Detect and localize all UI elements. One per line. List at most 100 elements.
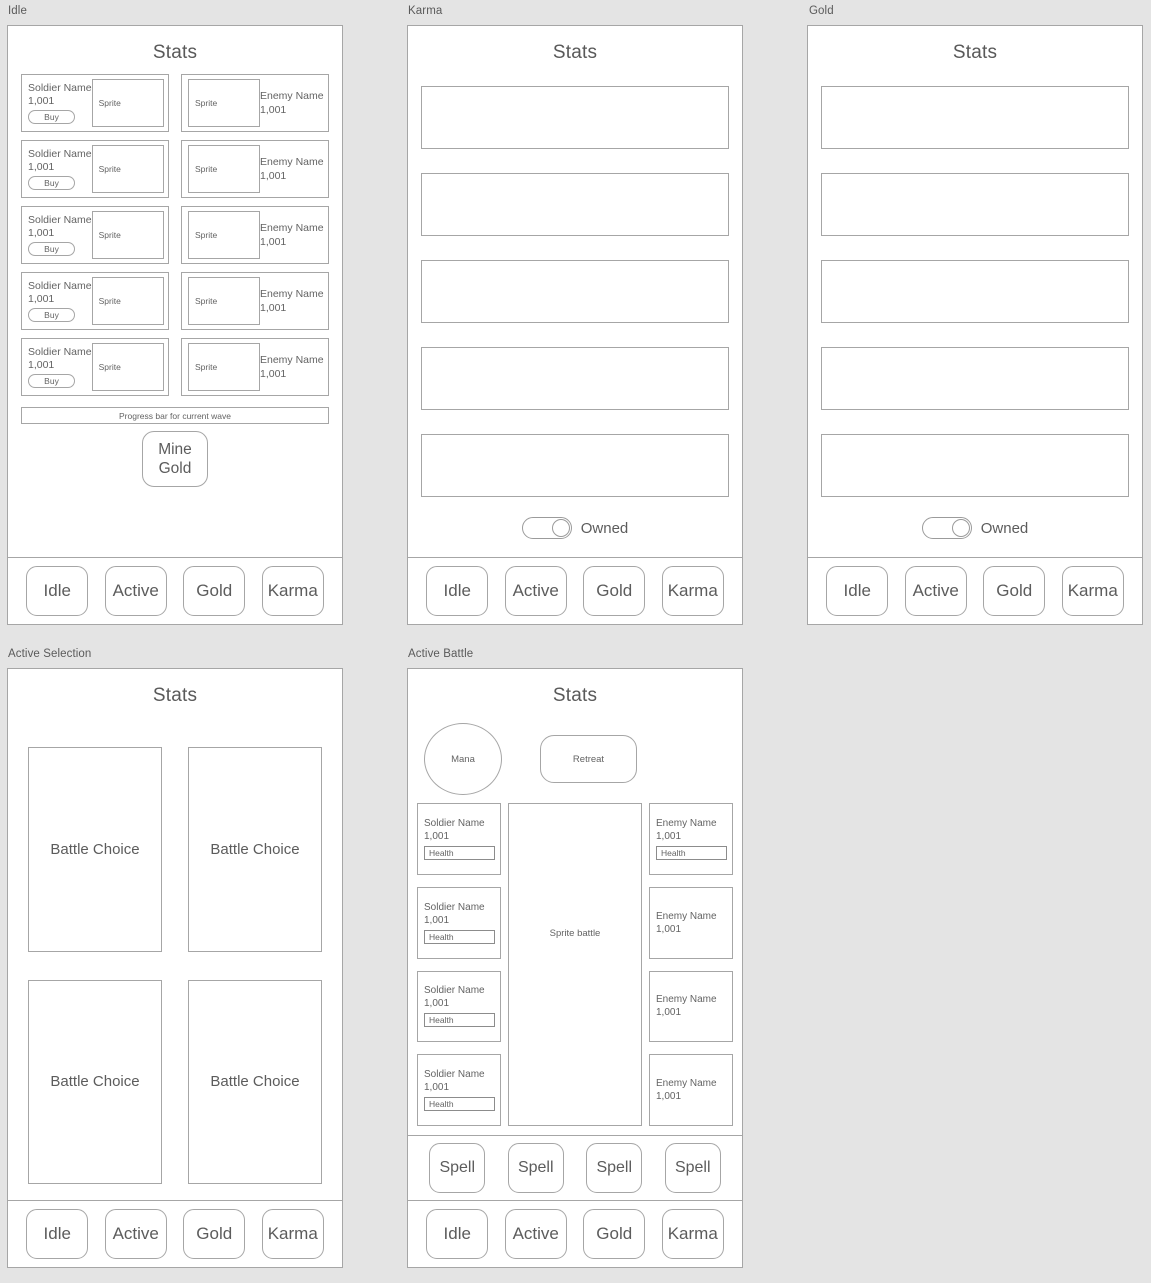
buy-button[interactable]: Buy [28, 110, 75, 125]
retreat-button[interactable]: Retreat [540, 735, 637, 783]
battle-soldier-card[interactable]: Soldier Name 1,001 Health [417, 803, 501, 875]
soldier-card[interactable]: Soldier Name 1,001 Buy Sprite [21, 74, 169, 132]
soldier-value: 1,001 [424, 830, 450, 842]
nav-button-gold[interactable]: Gold [183, 1209, 246, 1259]
nav-button-karma[interactable]: Karma [661, 1209, 724, 1259]
enemy-card[interactable]: Sprite Enemy Name 1,001 [181, 206, 329, 264]
gold-slot[interactable] [821, 347, 1129, 410]
toggle-knob [951, 519, 970, 537]
nav-button-active[interactable]: Active [104, 566, 167, 616]
unit-row: Soldier Name 1,001 Buy Sprite Sprite Ene… [8, 272, 342, 330]
battle-choice-card[interactable]: Battle Choice [28, 979, 162, 1184]
soldier-card[interactable]: Soldier Name 1,001 Buy Sprite [21, 272, 169, 330]
mana-indicator[interactable]: Mana [424, 723, 502, 795]
battle-choice-card[interactable]: Battle Choice [188, 747, 322, 952]
soldier-name: Soldier Name [28, 147, 92, 160]
soldier-value: 1,001 [424, 1082, 450, 1094]
nav-button-active[interactable]: Active [504, 566, 567, 616]
enemy-value: 1,001 [260, 169, 287, 182]
mine-gold-button[interactable]: Mine Gold [142, 431, 208, 487]
karma-slot[interactable] [421, 173, 729, 236]
toggle-knob [551, 519, 570, 537]
buy-button[interactable]: Buy [28, 242, 75, 257]
buy-button[interactable]: Buy [28, 308, 75, 323]
nav-button-idle[interactable]: Idle [826, 566, 889, 616]
enemy-card[interactable]: Sprite Enemy Name 1,001 [181, 272, 329, 330]
health-bar: Health [656, 845, 727, 860]
enemy-info: Enemy Name 1,001 [260, 354, 324, 379]
enemy-card[interactable]: Sprite Enemy Name 1,001 [181, 140, 329, 198]
nav-button-gold[interactable]: Gold [583, 1209, 646, 1259]
enemy-card[interactable]: Sprite Enemy Name 1,001 [181, 338, 329, 396]
nav-button-idle[interactable]: Idle [26, 566, 89, 616]
soldier-card[interactable]: Soldier Name 1,001 Buy Sprite [21, 206, 169, 264]
nav-button-gold[interactable]: Gold [583, 566, 646, 616]
panel-label-idle: Idle [8, 5, 27, 17]
gold-slot[interactable] [821, 86, 1129, 149]
owned-toggle[interactable] [521, 517, 572, 539]
battle-enemy-card[interactable]: Enemy Name 1,001 [649, 970, 733, 1043]
gold-slot[interactable] [821, 260, 1129, 323]
enemy-value: 1,001 [260, 301, 287, 314]
soldier-name: Soldier Name [424, 901, 485, 913]
battle-enemy-card[interactable]: Enemy Name 1,001 [649, 1054, 733, 1126]
nav-button-idle[interactable]: Idle [426, 566, 489, 616]
soldier-name: Soldier Name [424, 1069, 485, 1081]
enemy-name: Enemy Name [260, 222, 324, 235]
nav-button-active[interactable]: Active [504, 1209, 567, 1259]
spell-button[interactable]: Spell [507, 1143, 564, 1193]
nav-button-idle[interactable]: Idle [26, 1209, 89, 1259]
karma-slot[interactable] [421, 347, 729, 410]
nav-button-karma[interactable]: Karma [1061, 566, 1124, 616]
soldier-name: Soldier Name [28, 279, 92, 292]
active-selection-body: Stats Battle Choice Battle Choice Battle… [8, 669, 342, 1200]
battle-choice-card[interactable]: Battle Choice [28, 747, 162, 952]
battle-top-bar: Mana Retreat [408, 717, 742, 803]
soldier-card[interactable]: Soldier Name 1,001 Buy Sprite [21, 140, 169, 198]
enemy-card[interactable]: Sprite Enemy Name 1,001 [181, 74, 329, 132]
spell-button[interactable]: Spell [429, 1143, 486, 1193]
enemy-value: 1,001 [260, 103, 287, 116]
battle-soldier-card[interactable]: Soldier Name 1,001 Health [417, 970, 501, 1043]
bottom-nav: Idle Active Gold Karma [8, 1200, 342, 1267]
battle-choice-card[interactable]: Battle Choice [188, 979, 322, 1184]
gold-slot[interactable] [821, 173, 1129, 236]
owned-label: Owned [580, 519, 629, 537]
soldier-value: 1,001 [28, 161, 55, 173]
spell-button[interactable]: Spell [586, 1143, 643, 1193]
soldier-value: 1,001 [28, 293, 55, 305]
soldier-name: Soldier Name [28, 81, 92, 94]
nav-button-karma[interactable]: Karma [261, 1209, 324, 1259]
spell-button[interactable]: Spell [664, 1143, 721, 1193]
gold-slot[interactable] [821, 434, 1129, 497]
enemy-name: Enemy Name [260, 288, 324, 301]
nav-button-karma[interactable]: Karma [661, 566, 724, 616]
sprite-box: Sprite [91, 79, 164, 127]
battle-enemy-card[interactable]: Enemy Name 1,001 Health [649, 803, 733, 875]
karma-slot[interactable] [421, 260, 729, 323]
battle-choice-grid: Battle Choice Battle Choice Battle Choic… [8, 717, 342, 1200]
karma-slot[interactable] [421, 86, 729, 149]
page-title: Stats [552, 42, 598, 63]
battle-soldier-card[interactable]: Soldier Name 1,001 Health [417, 1054, 501, 1126]
soldier-info: Soldier Name 1,001 Buy [28, 214, 92, 257]
enemy-name: Enemy Name [260, 156, 324, 169]
idle-body: Stats Soldier Name 1,001 Buy Sprite Spri… [8, 26, 342, 557]
nav-button-idle[interactable]: Idle [426, 1209, 489, 1259]
nav-button-active[interactable]: Active [104, 1209, 167, 1259]
nav-button-karma[interactable]: Karma [261, 566, 324, 616]
karma-slot[interactable] [421, 434, 729, 497]
battle-soldier-card[interactable]: Soldier Name 1,001 Health [417, 886, 501, 959]
owned-toggle[interactable] [921, 517, 972, 539]
unit-row: Soldier Name 1,001 Buy Sprite Sprite Ene… [8, 206, 342, 264]
nav-button-gold[interactable]: Gold [983, 566, 1046, 616]
soldier-column: Soldier Name 1,001 Health Soldier Name 1… [417, 803, 501, 1126]
battle-enemy-card[interactable]: Enemy Name 1,001 [649, 886, 733, 959]
sprite-box: Sprite [188, 277, 260, 325]
buy-button[interactable]: Buy [28, 176, 75, 191]
nav-button-active[interactable]: Active [904, 566, 967, 616]
nav-button-gold[interactable]: Gold [183, 566, 246, 616]
soldier-card[interactable]: Soldier Name 1,001 Buy Sprite [21, 338, 169, 396]
bottom-nav: Idle Active Gold Karma [408, 1200, 742, 1267]
buy-button[interactable]: Buy [28, 374, 75, 389]
